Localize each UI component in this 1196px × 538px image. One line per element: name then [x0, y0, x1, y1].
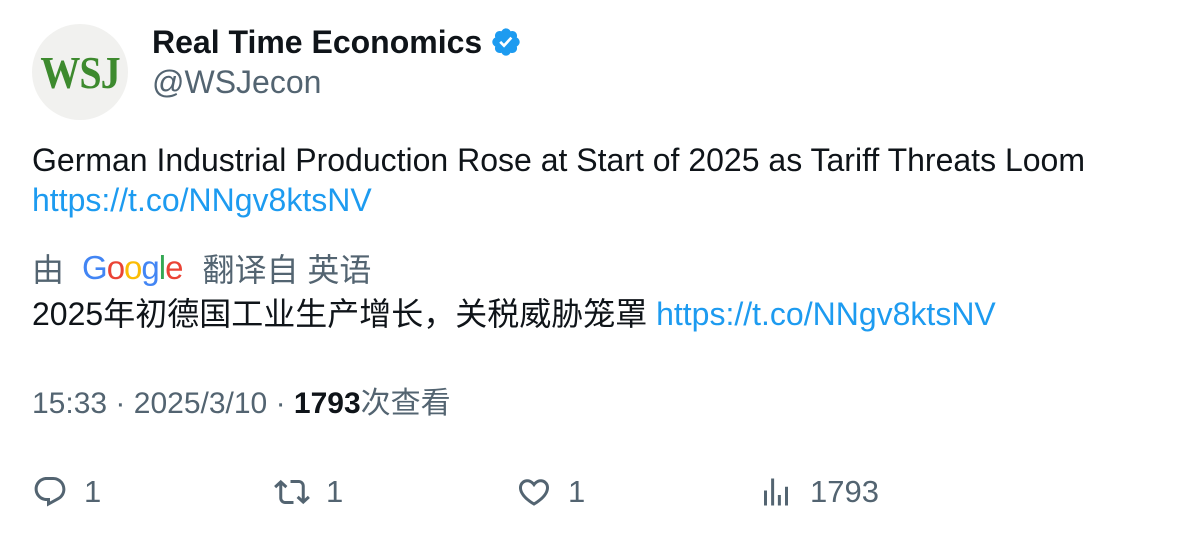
reply-count: 1 [84, 474, 102, 509]
name-row: Real Time Economics [152, 24, 522, 60]
heart-icon [518, 479, 550, 506]
avatar[interactable]: WSJ [32, 24, 128, 120]
avatar-logo-text: WSJ [40, 46, 120, 98]
like-count: 1 [568, 474, 586, 509]
like-button[interactable]: 1 [516, 470, 585, 514]
user-handle[interactable]: @WSJecon [152, 64, 321, 100]
meta-separator: · [115, 387, 126, 420]
retweet-count: 1 [326, 474, 344, 509]
translation-attribution: 由 Google 翻译自 英语 [32, 246, 371, 290]
action-bar: 1 1 1 1793 [32, 470, 1152, 514]
views-count: 1793 [293, 387, 361, 420]
translated-text-block: 2025年初德国工业生产增长，关税威胁笼罩 https://t.co/NNgv8… [32, 294, 996, 334]
meta-separator: · [275, 387, 286, 420]
translated-link[interactable]: https://t.co/NNgv8ktsNV [656, 296, 996, 332]
tweet-time[interactable]: 15:33 [32, 387, 107, 420]
translated-text: 2025年初德国工业生产增长，关税威胁笼罩 [32, 296, 648, 332]
views-button[interactable]: 1793 [758, 470, 879, 514]
views-action-count: 1793 [810, 474, 879, 509]
tweet-text: German Industrial Production Rose at Sta… [32, 142, 1085, 178]
reply-button[interactable]: 1 [32, 470, 101, 514]
views-label: 次查看 [360, 387, 451, 420]
retweet-icon [274, 479, 310, 505]
tweet-body: German Industrial Production Rose at Sta… [32, 140, 1152, 220]
translated-from-label: 翻译自 英语 [202, 252, 372, 288]
tweet-date[interactable]: 2025/3/10 [134, 387, 267, 420]
reply-icon [34, 477, 66, 507]
verified-badge-icon [490, 26, 522, 58]
retweet-button[interactable]: 1 [274, 470, 343, 514]
tweet-meta: 15:33 · 2025/3/10 · 1793次查看 [32, 384, 451, 424]
analytics-icon [764, 478, 788, 506]
translated-by-label: 由 [32, 252, 65, 288]
tweet-link[interactable]: https://t.co/NNgv8ktsNV [32, 182, 372, 218]
tweet-header: WSJ Real Time Economics @WSJecon [32, 24, 1152, 120]
display-name[interactable]: Real Time Economics [152, 24, 482, 60]
google-logo: Google [82, 249, 183, 286]
